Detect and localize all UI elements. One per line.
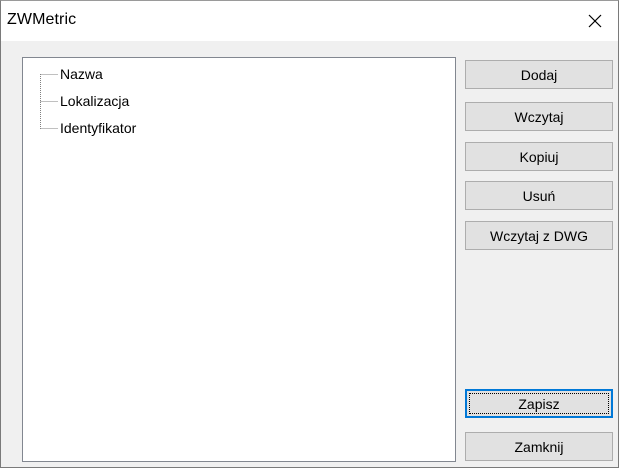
add-button[interactable]: Dodaj — [465, 60, 613, 89]
tree-connector-lines — [40, 74, 58, 129]
tree-item-identyfikator[interactable]: Identyfikator — [60, 119, 136, 137]
field-tree[interactable]: Nazwa Lokalizacja Identyfikator — [22, 57, 456, 462]
dialog-window: ZWMetric Nazwa Lokalizacja Identyfikator… — [0, 0, 619, 468]
tree-item-lokalizacja[interactable]: Lokalizacja — [60, 92, 129, 110]
close-window-button[interactable] — [572, 1, 618, 41]
save-button-label: Zapisz — [518, 395, 560, 412]
close-button[interactable]: Zamknij — [465, 432, 613, 461]
tree-item-nazwa[interactable]: Nazwa — [60, 65, 103, 83]
load-button[interactable]: Wczytaj — [465, 102, 613, 131]
close-icon — [588, 14, 602, 28]
copy-button[interactable]: Kopiuj — [465, 142, 613, 171]
save-button[interactable]: Zapisz — [465, 389, 613, 418]
delete-button[interactable]: Usuń — [465, 181, 613, 210]
title-bar[interactable]: ZWMetric — [1, 1, 618, 41]
window-title: ZWMetric — [7, 11, 77, 28]
load-from-dwg-button[interactable]: Wczytaj z DWG — [465, 221, 613, 250]
